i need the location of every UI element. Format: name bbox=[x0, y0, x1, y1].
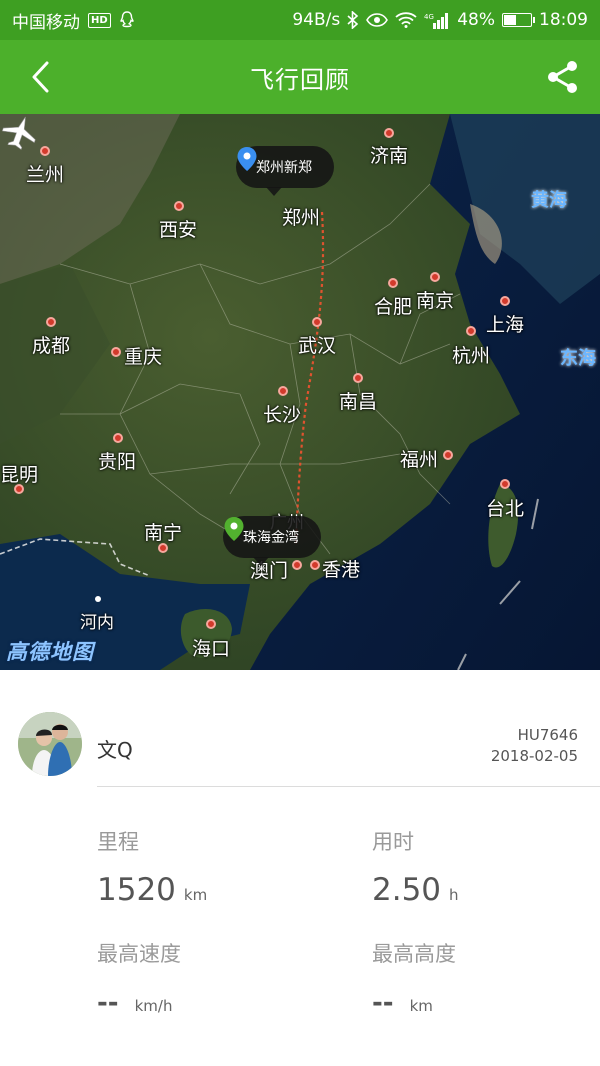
city-label-haikou: 海口 bbox=[192, 638, 231, 660]
share-icon bbox=[548, 61, 577, 93]
departure-callout[interactable]: 郑州新郑 bbox=[236, 146, 334, 196]
location-pin-blue-icon bbox=[237, 147, 257, 171]
max-altitude-label: 最高高度 bbox=[372, 942, 456, 966]
flight-number: HU7646 bbox=[517, 726, 578, 744]
city-label-nanning: 南宁 bbox=[144, 522, 183, 544]
city-label-zhengzhou: 郑州 bbox=[282, 207, 321, 229]
city-label-xian: 西安 bbox=[159, 219, 198, 241]
status-bar: 中国移动 HD 94B/s 4G 48% 18:09 bbox=[0, 0, 600, 40]
city-dot bbox=[430, 272, 440, 282]
wifi-icon bbox=[395, 12, 417, 28]
duration-label: 用时 bbox=[372, 830, 414, 854]
duration-stat: 2.50 h bbox=[372, 872, 459, 908]
city-label-wuhan: 武汉 bbox=[298, 335, 337, 357]
city-dot bbox=[312, 317, 322, 327]
city-label-hongkong: 香港 bbox=[322, 559, 361, 581]
network-type-label: 4G bbox=[424, 13, 434, 21]
city-dot bbox=[95, 596, 101, 602]
city-label-shanghai: 上海 bbox=[486, 314, 525, 336]
city-dot bbox=[292, 560, 302, 570]
city-label-nanchang: 南昌 bbox=[339, 391, 378, 413]
city-dot bbox=[206, 619, 216, 629]
city-dot bbox=[174, 201, 184, 211]
city-label-chengdu: 成都 bbox=[32, 335, 71, 357]
max-speed-unit: km/h bbox=[134, 997, 173, 1015]
page-title: 飞行回顾 bbox=[250, 65, 350, 94]
city-dot bbox=[46, 317, 56, 327]
duration-unit: h bbox=[449, 886, 459, 904]
map-provider-logo: 高德地图 bbox=[6, 640, 94, 664]
city-label-hefei: 合肥 bbox=[374, 296, 413, 318]
city-dot bbox=[113, 433, 123, 443]
arrival-callout[interactable]: 珠海金湾 bbox=[223, 516, 321, 566]
city-label-hangzhou: 杭州 bbox=[452, 345, 491, 367]
max-speed-value: -- bbox=[97, 988, 119, 1018]
city-dot bbox=[443, 450, 453, 460]
city-dot bbox=[500, 296, 510, 306]
network-speed: 94B/s bbox=[292, 10, 341, 30]
satellite-terrain bbox=[0, 114, 600, 670]
clock: 18:09 bbox=[539, 10, 588, 30]
share-button[interactable] bbox=[544, 58, 582, 96]
hd-badge: HD bbox=[88, 12, 111, 28]
eye-care-icon bbox=[366, 13, 389, 27]
city-dot bbox=[111, 347, 121, 357]
city-label-fuzhou: 福州 bbox=[400, 449, 439, 471]
app-header: 飞行回顾 bbox=[0, 40, 600, 114]
city-label-taipei: 台北 bbox=[486, 498, 525, 520]
back-button[interactable] bbox=[22, 59, 58, 95]
divider bbox=[97, 786, 600, 787]
bluetooth-icon bbox=[347, 11, 359, 29]
distance-unit: km bbox=[183, 886, 208, 904]
location-pin-green-icon bbox=[224, 517, 244, 541]
flight-map[interactable]: 兰州 济南 西安 郑州 合肥 南京 上海 成都 重庆 武汉 杭州 长沙 南昌 昆… bbox=[0, 114, 600, 670]
battery-icon bbox=[502, 13, 535, 27]
city-label-guiyang: 贵阳 bbox=[98, 451, 137, 473]
sea-label-yellow-sea: 黄海 bbox=[531, 190, 567, 211]
city-label-chongqing: 重庆 bbox=[124, 346, 163, 368]
airplane-icon bbox=[1, 116, 36, 150]
city-dot bbox=[384, 128, 394, 138]
city-dot bbox=[40, 146, 50, 156]
duration-value: 2.50 bbox=[372, 872, 442, 908]
flight-info-panel: 文Q HU7646 2018-02-05 里程 1520 km 用时 2.50 h … bbox=[0, 670, 600, 1066]
user-photo bbox=[18, 712, 82, 776]
city-label-changsha: 长沙 bbox=[263, 404, 302, 426]
max-speed-stat: -- km/h bbox=[97, 988, 172, 1018]
distance-value: 1520 bbox=[97, 872, 176, 908]
max-altitude-unit: km bbox=[409, 997, 433, 1015]
departure-airport: 郑州新郑 bbox=[256, 160, 312, 176]
city-dot bbox=[278, 386, 288, 396]
chevron-left-icon bbox=[32, 61, 49, 93]
max-altitude-stat: -- km bbox=[372, 988, 433, 1018]
city-dot bbox=[388, 278, 398, 288]
user-name: 文Q bbox=[97, 738, 133, 762]
city-label-hanoi: 河内 bbox=[80, 613, 114, 633]
carrier-label: 中国移动 bbox=[12, 12, 80, 33]
city-label-lanzhou: 兰州 bbox=[26, 164, 65, 186]
sea-label-east-sea: 东海 bbox=[560, 348, 596, 369]
city-label-kunming: 昆明 bbox=[0, 464, 39, 486]
city-dot bbox=[310, 560, 320, 570]
city-label-nanjing: 南京 bbox=[416, 290, 455, 312]
distance-label: 里程 bbox=[97, 830, 139, 854]
city-dot bbox=[500, 479, 510, 489]
max-speed-label: 最高速度 bbox=[97, 942, 181, 966]
flight-date: 2018-02-05 bbox=[490, 747, 578, 765]
city-label-jinan: 济南 bbox=[370, 145, 409, 167]
battery-percent: 48% bbox=[457, 10, 495, 30]
max-altitude-value: -- bbox=[372, 988, 394, 1018]
city-dot bbox=[466, 326, 476, 336]
arrival-airport: 珠海金湾 bbox=[243, 530, 299, 546]
distance-stat: 1520 km bbox=[97, 872, 207, 908]
qq-notification-icon bbox=[119, 11, 135, 29]
city-dot bbox=[353, 373, 363, 383]
cellular-signal-icon: 4G bbox=[424, 12, 450, 29]
avatar[interactable] bbox=[18, 712, 82, 776]
